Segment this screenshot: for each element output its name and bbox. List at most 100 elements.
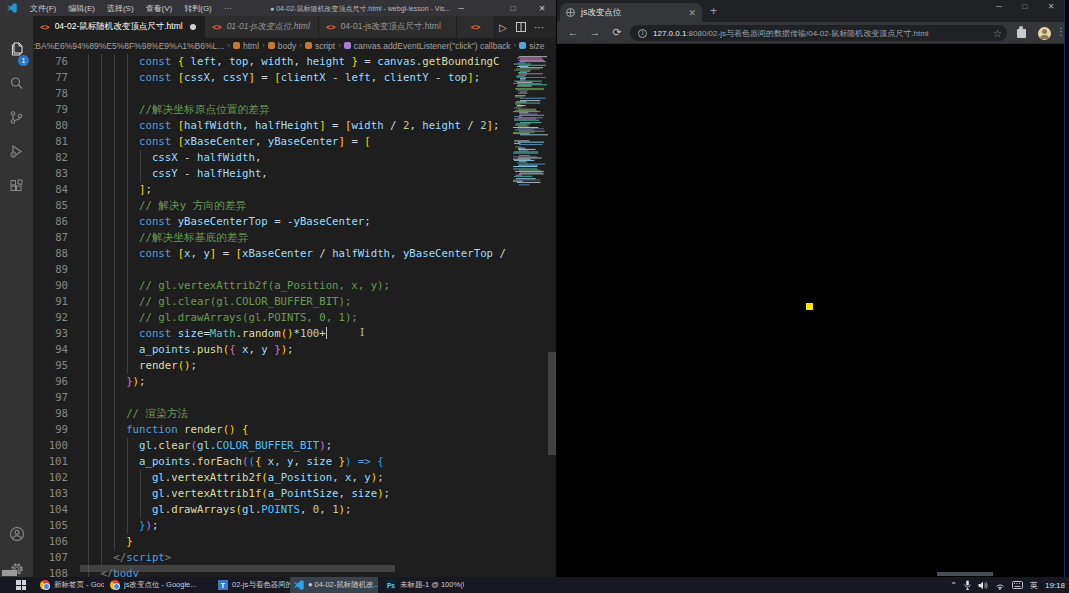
code-line: gl.vertexAttrib1f(a_PointSize, size); bbox=[88, 486, 512, 502]
tab-label: 04-01-js改变顶点尺寸.html bbox=[341, 21, 441, 33]
tray-chevron-icon[interactable]: ⌃ bbox=[950, 581, 957, 590]
editor-tab-bar: <> 04-02-鼠标随机改变顶点尺寸.html <> 01-01-js改变点位… bbox=[33, 16, 556, 38]
line-number: 87 bbox=[33, 230, 68, 246]
speaker-icon[interactable] bbox=[978, 581, 988, 590]
line-number: 99 bbox=[33, 422, 68, 438]
breadcrumb-body[interactable]: body bbox=[278, 41, 296, 51]
modified-dot-icon[interactable] bbox=[190, 24, 196, 30]
tab-04-01[interactable]: <> 04-01-js改变顶点尺寸.html bbox=[319, 16, 457, 38]
desktop-edge bbox=[1064, 0, 1069, 577]
menu-edit[interactable]: 编辑(E) bbox=[62, 0, 101, 16]
browser-minimize-button[interactable]: ─ bbox=[986, 0, 1012, 13]
source-control-icon[interactable] bbox=[0, 102, 33, 132]
typora-icon: T bbox=[218, 580, 228, 590]
extensions-icon[interactable] bbox=[0, 171, 33, 201]
vertical-scrollbar[interactable] bbox=[548, 352, 556, 455]
vscode-window: 文件(F) 编辑(E) 选择(S) 查看(V) 转到(G) ··· ● 04-0… bbox=[0, 0, 556, 577]
line-number: 81 bbox=[33, 134, 68, 150]
run-file-icon[interactable]: ▷ bbox=[494, 22, 512, 33]
menu-go[interactable]: 转到(G) bbox=[178, 0, 218, 16]
line-number: 91 bbox=[33, 294, 68, 310]
code-line: }); bbox=[88, 374, 512, 390]
close-button[interactable]: ✕ bbox=[528, 0, 556, 16]
site-info-icon[interactable]: i bbox=[638, 29, 647, 38]
code-line bbox=[88, 390, 512, 406]
explorer-badge: 1 bbox=[18, 55, 29, 66]
code-line: // 渲染方法 bbox=[88, 406, 512, 422]
back-button[interactable]: ← bbox=[565, 26, 581, 38]
account-icon[interactable] bbox=[0, 519, 33, 549]
ime-indicator[interactable]: 英 bbox=[1030, 580, 1038, 591]
reload-button[interactable]: ⟳ bbox=[609, 26, 625, 39]
line-number: 106 bbox=[33, 534, 68, 550]
minimize-button[interactable]: ─ bbox=[447, 0, 475, 16]
menu-more[interactable]: ··· bbox=[218, 0, 238, 16]
line-number: 88 bbox=[33, 246, 68, 262]
code-line: function render() { bbox=[88, 422, 512, 438]
code-line: // gl.drawArrays(gl.POINTS, 0, 1); bbox=[88, 310, 512, 326]
keyboard-input-icon[interactable] bbox=[1012, 581, 1023, 589]
horizontal-scrollbar[interactable] bbox=[80, 565, 395, 572]
new-tab-button[interactable]: + bbox=[710, 4, 717, 18]
line-number: 107 bbox=[33, 550, 68, 566]
vscode-logo-icon bbox=[7, 3, 17, 13]
tab-01-01[interactable]: <> 01-01-js改变点位.html bbox=[205, 16, 319, 38]
profile-avatar[interactable] bbox=[1038, 27, 1051, 40]
taskbar-vscode[interactable]: ● 04-02-鼠标随机改... bbox=[290, 577, 378, 593]
page-horizontal-scrollbar[interactable] bbox=[937, 572, 993, 576]
search-icon[interactable] bbox=[0, 68, 33, 98]
tab-04-02[interactable]: <> 04-02-鼠标随机改变顶点尺寸.html bbox=[33, 16, 205, 38]
browser-close-button[interactable]: ✕ bbox=[1038, 0, 1064, 13]
microphone-icon[interactable] bbox=[964, 580, 971, 590]
code-line: </script> bbox=[88, 550, 512, 566]
maximize-button[interactable]: □ bbox=[499, 0, 527, 16]
line-number: 92 bbox=[33, 310, 68, 326]
code-line: const yBaseCenterTop = -yBaseCenter; bbox=[88, 214, 512, 230]
menu-selection[interactable]: 选择(S) bbox=[101, 0, 140, 16]
code-line: cssY - halfHeight, bbox=[88, 166, 512, 182]
tab-partial[interactable]: <> bbox=[457, 16, 495, 38]
breadcrumb-html[interactable]: html bbox=[243, 41, 259, 51]
split-editor-icon[interactable] bbox=[512, 22, 530, 32]
taskbar-typora[interactable]: T 02-js与着色器间的数... bbox=[214, 577, 290, 593]
symbol-variable-icon bbox=[519, 42, 526, 49]
bookmark-star-icon[interactable]: ☆ bbox=[993, 28, 1002, 39]
breadcrumb-file[interactable]: :BA%E6%94%89%E5%8F%98%E9%A1%B6%L... bbox=[33, 41, 224, 51]
taskbar-chrome-page[interactable]: js改变点位 - Google... bbox=[106, 577, 201, 593]
taskbar-chrome-newtab[interactable]: 新标签页 - Google ... bbox=[36, 577, 104, 593]
taskbar-photoshop[interactable]: Ps 未标题-1 @ 100%(R... bbox=[382, 577, 464, 593]
tab-close-icon[interactable]: ✕ bbox=[688, 8, 696, 18]
extensions-puzzle-icon[interactable] bbox=[1017, 29, 1026, 38]
browser-maximize-button[interactable]: □ bbox=[1012, 0, 1038, 13]
line-number: 76 bbox=[33, 54, 68, 70]
browser-tab[interactable]: js改变点位 ✕ bbox=[560, 3, 702, 22]
address-bar[interactable]: i 127.0.0.1:8080/02-js与着色器间的数据传输/04-02-鼠… bbox=[630, 25, 1007, 41]
more-actions-icon[interactable]: ··· bbox=[530, 22, 548, 33]
menu-view[interactable]: 查看(V) bbox=[140, 0, 179, 16]
clock[interactable]: 19:18 bbox=[1045, 581, 1065, 590]
line-number: 89 bbox=[33, 262, 68, 278]
minimap[interactable] bbox=[512, 55, 548, 245]
tab-label: 01-01-js改变点位.html bbox=[227, 21, 310, 33]
code-line: gl.drawArrays(gl.POINTS, 0, 1); bbox=[88, 502, 512, 518]
code-line: //解决坐标基底的差异 bbox=[88, 230, 512, 246]
code-editor[interactable]: 7677787980818283848586878889909192939495… bbox=[33, 53, 556, 577]
photoshop-icon: Ps bbox=[386, 580, 396, 590]
explorer-icon[interactable]: 1 bbox=[0, 34, 33, 64]
breadcrumb-separator: › bbox=[338, 41, 341, 50]
start-button[interactable] bbox=[16, 580, 26, 590]
taskbar-label: js改变点位 - Google... bbox=[124, 580, 197, 590]
code-line: render(); bbox=[88, 358, 512, 374]
run-debug-icon[interactable] bbox=[0, 136, 33, 166]
breadcrumb-callback[interactable]: canvas.addEventListener("click") callbac… bbox=[354, 41, 511, 51]
breadcrumb-separator: › bbox=[514, 41, 517, 50]
browser-toolbar: ← → ⟳ i 127.0.0.1:8080/02-js与着色器间的数据传输/0… bbox=[557, 22, 1064, 44]
forward-button[interactable]: → bbox=[587, 26, 603, 38]
breadcrumb-size[interactable]: size bbox=[529, 41, 544, 51]
webgl-canvas[interactable] bbox=[557, 44, 1064, 572]
vscode-icon bbox=[294, 580, 304, 590]
network-icon[interactable] bbox=[995, 581, 1005, 590]
menu-file[interactable]: 文件(F) bbox=[24, 0, 62, 16]
breadcrumb-script[interactable]: script bbox=[315, 41, 335, 51]
line-number: 86 bbox=[33, 214, 68, 230]
